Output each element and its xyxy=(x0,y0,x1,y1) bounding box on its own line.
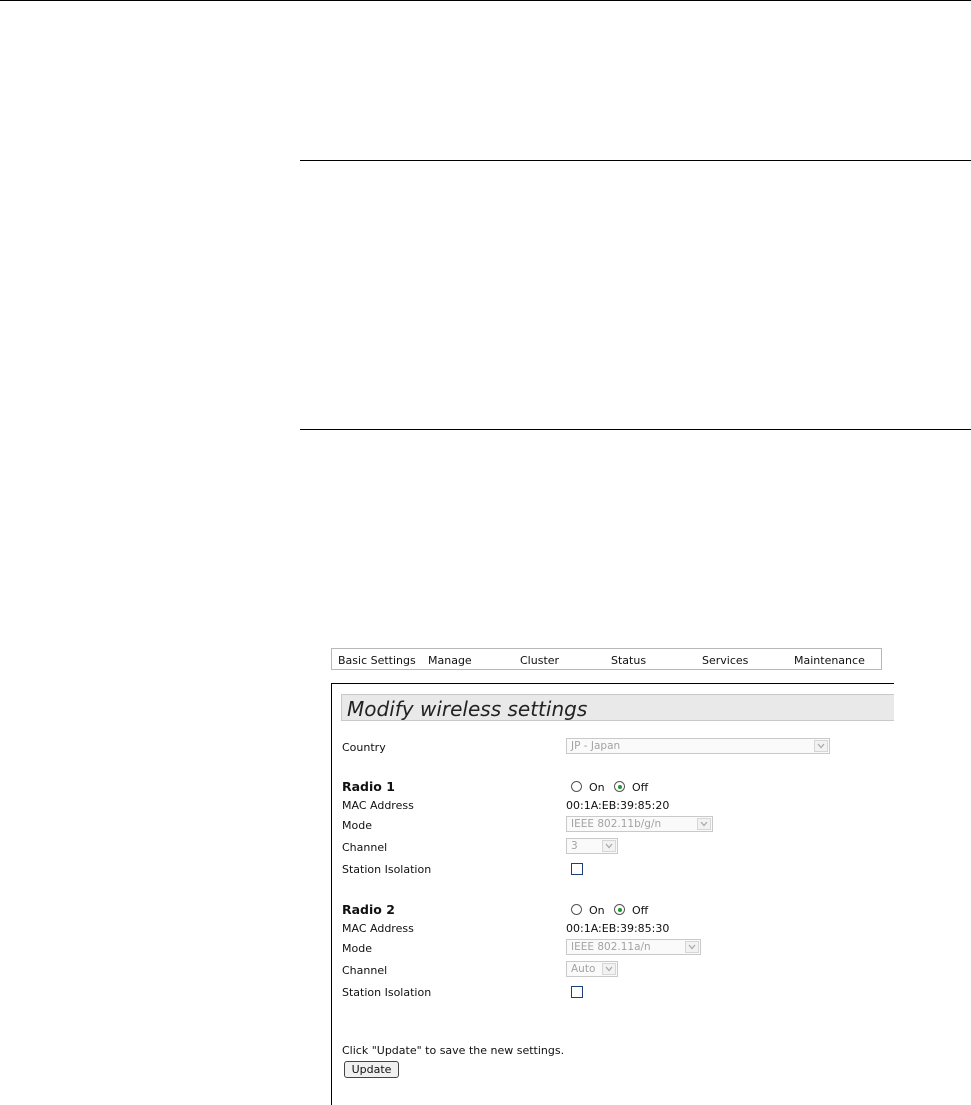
radio2-mac-label: MAC Address xyxy=(342,922,414,935)
radio2-on-radio[interactable] xyxy=(571,904,582,915)
nav-manage[interactable]: Manage xyxy=(428,654,472,667)
radio1-off-label: Off xyxy=(632,781,649,794)
country-select[interactable]: JP - Japan xyxy=(566,738,830,754)
radio1-off-radio[interactable] xyxy=(614,781,625,792)
radio2-on-label: On xyxy=(589,904,605,917)
radio2-channel-label: Channel xyxy=(342,964,388,977)
radio2-mode-select[interactable]: IEEE 802.11a/n xyxy=(566,939,701,955)
nav-services[interactable]: Services xyxy=(702,654,748,667)
section-divider-lower xyxy=(300,429,971,430)
country-select-value: JP - Japan xyxy=(571,740,621,752)
radio1-isolation-label: Station Isolation xyxy=(342,863,432,876)
nav-cluster[interactable]: Cluster xyxy=(520,654,559,667)
radio2-isolation-label: Station Isolation xyxy=(342,986,432,999)
radio2-off-label: Off xyxy=(632,904,649,917)
chevron-down-icon xyxy=(685,941,699,953)
radio2-isolation-checkbox[interactable] xyxy=(571,986,583,998)
radio1-isolation-checkbox[interactable] xyxy=(571,863,583,875)
update-hint: Click "Update" to save the new settings. xyxy=(342,1044,565,1057)
nav-maintenance[interactable]: Maintenance xyxy=(794,654,865,667)
radio1-on-radio[interactable] xyxy=(571,781,582,792)
radio2-heading: Radio 2 xyxy=(342,902,395,917)
radio2-channel-select[interactable]: Auto xyxy=(566,961,618,977)
radio1-mac-value: 00:1A:EB:39:85:20 xyxy=(566,799,670,812)
radio1-channel-select[interactable]: 3 xyxy=(566,838,618,854)
radio1-mac-label: MAC Address xyxy=(342,799,414,812)
top-divider xyxy=(0,0,971,1)
page-title: Modify wireless settings xyxy=(347,697,588,721)
radio1-heading: Radio 1 xyxy=(342,779,395,794)
radio1-mode-select[interactable]: IEEE 802.11b/g/n xyxy=(566,816,713,832)
country-label: Country xyxy=(342,741,386,754)
chevron-down-icon xyxy=(602,963,616,975)
radio2-mode-value: IEEE 802.11a/n xyxy=(571,941,651,953)
panel-title-bar: Modify wireless settings xyxy=(341,694,894,721)
nav-status[interactable]: Status xyxy=(611,654,646,667)
radio1-on-label: On xyxy=(589,781,605,794)
radio2-channel-value: Auto xyxy=(571,963,596,975)
nav-basic-settings[interactable]: Basic Settings xyxy=(338,654,416,667)
chevron-down-icon xyxy=(602,840,616,852)
radio1-channel-label: Channel xyxy=(342,841,388,854)
radio1-channel-value: 3 xyxy=(571,840,578,852)
update-button[interactable]: Update xyxy=(344,1061,399,1078)
radio1-mode-label: Mode xyxy=(342,819,372,832)
radio1-mode-value: IEEE 802.11b/g/n xyxy=(571,818,662,830)
radio2-off-radio[interactable] xyxy=(614,904,625,915)
radio2-mode-label: Mode xyxy=(342,942,372,955)
chevron-down-icon xyxy=(697,818,711,830)
top-navigation: Basic Settings Manage Cluster Status Ser… xyxy=(331,648,882,670)
chevron-down-icon xyxy=(814,740,828,752)
radio2-mac-value: 00:1A:EB:39:85:30 xyxy=(566,922,670,935)
wireless-settings-panel: Modify wireless settings Country JP - Ja… xyxy=(331,683,894,1105)
section-divider-upper xyxy=(300,160,971,161)
